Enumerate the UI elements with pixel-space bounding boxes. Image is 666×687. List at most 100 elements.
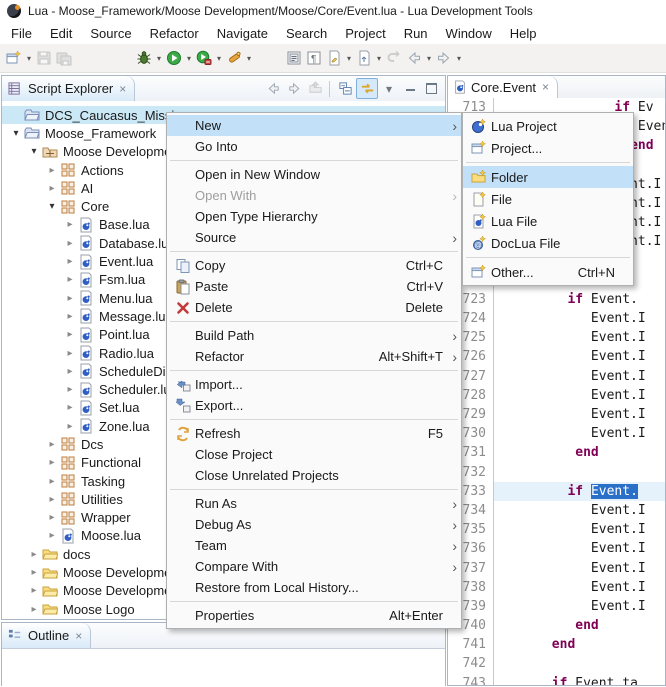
dropdown-caret-icon[interactable]: ▾	[214, 48, 224, 68]
dropdown-caret-icon[interactable]: ▾	[154, 48, 164, 68]
menubar-item-run[interactable]: Run	[395, 24, 437, 43]
code-line-727[interactable]: 727 Event.I	[448, 367, 665, 386]
expand-arrow-icon[interactable]: ▸	[62, 384, 78, 395]
code-line-723[interactable]: 723 if Event.	[448, 290, 665, 309]
run-coverage-icon[interactable]	[194, 48, 214, 68]
context-menu-item-debug-as[interactable]: Debug As›	[167, 514, 461, 535]
expand-arrow-icon[interactable]: ▸	[44, 512, 60, 523]
expand-arrow-icon[interactable]: ▸	[26, 604, 42, 615]
new-submenu-item-file[interactable]: File	[463, 188, 633, 210]
expand-arrow-icon[interactable]: ▸	[62, 366, 78, 377]
context-menu-item-delete[interactable]: DeleteDelete	[167, 297, 461, 318]
code-line-729[interactable]: 729 Event.I	[448, 405, 665, 424]
context-menu-item-copy[interactable]: CopyCtrl+C	[167, 255, 461, 276]
maximize-icon[interactable]	[421, 79, 441, 98]
link-with-editor-icon[interactable]	[356, 78, 378, 99]
run-icon[interactable]	[164, 48, 184, 68]
expand-arrow-icon[interactable]: ▸	[44, 530, 60, 541]
new-submenu-item-project[interactable]: Project...	[463, 137, 633, 159]
next-annotation-icon[interactable]	[324, 48, 344, 68]
back-icon[interactable]	[263, 79, 283, 98]
context-menu-item-source[interactable]: Source›	[167, 227, 461, 248]
context-menu-item-paste[interactable]: PasteCtrl+V	[167, 276, 461, 297]
menubar-item-edit[interactable]: Edit	[41, 24, 81, 43]
expand-arrow-icon[interactable]: ▸	[62, 421, 78, 432]
context-menu-item-restore-from-local-history[interactable]: Restore from Local History...	[167, 577, 461, 598]
expand-arrow-icon[interactable]: ▸	[62, 348, 78, 359]
dropdown-caret-icon[interactable]: ▾	[374, 48, 384, 68]
expand-arrow-icon[interactable]: ▸	[26, 567, 42, 578]
save-all-icon[interactable]	[54, 48, 74, 68]
context-menu-item-go-into[interactable]: Go Into	[167, 136, 461, 157]
context-menu-item-team[interactable]: Team›	[167, 535, 461, 556]
new-submenu-item-lua-project[interactable]: Lua Project	[463, 115, 633, 137]
code-line-728[interactable]: 728 Event.I	[448, 386, 665, 405]
new-submenu-item-lua-file[interactable]: Lua File	[463, 210, 633, 232]
collapse-arrow-icon[interactable]: ▾	[8, 128, 24, 139]
new-wizard-icon[interactable]	[4, 48, 24, 68]
context-menu-item-refresh[interactable]: RefreshF5	[167, 423, 461, 444]
expand-arrow-icon[interactable]: ▸	[62, 256, 78, 267]
code-line-725[interactable]: 725 Event.I	[448, 328, 665, 347]
expand-arrow-icon[interactable]: ▸	[26, 585, 42, 596]
context-menu-item-properties[interactable]: PropertiesAlt+Enter	[167, 605, 461, 626]
new-submenu-item-doclua-file[interactable]: @DocLua File	[463, 232, 633, 254]
last-edit-location-icon[interactable]	[384, 48, 404, 68]
tab-script-explorer[interactable]: Script Explorer ×	[2, 76, 135, 101]
context-menu-item-close-project[interactable]: Close Project	[167, 444, 461, 465]
context-menu-item-refactor[interactable]: RefactorAlt+Shift+T›	[167, 346, 461, 367]
code-line-736[interactable]: 736 Event.I	[448, 539, 665, 558]
expand-arrow-icon[interactable]: ▸	[44, 183, 60, 194]
expand-arrow-icon[interactable]: ▸	[62, 274, 78, 285]
code-line-735[interactable]: 735 Event.I	[448, 520, 665, 539]
code-line-734[interactable]: 734 Event.I	[448, 501, 665, 520]
dropdown-caret-icon[interactable]: ▾	[344, 48, 354, 68]
close-icon[interactable]: ×	[75, 629, 82, 643]
menubar-item-refactor[interactable]: Refactor	[141, 24, 208, 43]
code-line-739[interactable]: 739 Event.I	[448, 597, 665, 616]
menubar-item-project[interactable]: Project	[336, 24, 394, 43]
code-line-740[interactable]: 740 end	[448, 616, 665, 635]
code-line-742[interactable]: 742	[448, 654, 665, 673]
collapse-arrow-icon[interactable]: ▾	[44, 201, 60, 212]
menubar-item-help[interactable]: Help	[501, 24, 546, 43]
collapse-all-icon[interactable]	[335, 79, 355, 98]
menubar-item-source[interactable]: Source	[81, 24, 140, 43]
dropdown-caret-icon[interactable]: ▾	[244, 48, 254, 68]
dropdown-caret-icon[interactable]: ▾	[424, 48, 434, 68]
external-tools-icon[interactable]	[224, 48, 244, 68]
code-line-726[interactable]: 726 Event.I	[448, 347, 665, 366]
new-submenu-item-other[interactable]: Other...Ctrl+N	[463, 261, 633, 283]
new-submenu-item-folder[interactable]: Folder	[463, 166, 633, 188]
expand-arrow-icon[interactable]: ▸	[44, 165, 60, 176]
context-menu-item-new[interactable]: New›	[167, 115, 461, 136]
expand-arrow-icon[interactable]: ▸	[44, 457, 60, 468]
show-whitespace-icon[interactable]: ¶	[304, 48, 324, 68]
close-icon[interactable]: ×	[542, 80, 549, 94]
code-line-743[interactable]: 743 if Event.ta	[448, 674, 665, 685]
menubar-item-navigate[interactable]: Navigate	[208, 24, 277, 43]
dropdown-caret-icon[interactable]: ▾	[184, 48, 194, 68]
code-line-730[interactable]: 730 Event.I	[448, 424, 665, 443]
forward-icon[interactable]	[434, 48, 454, 68]
context-menu-item-close-unrelated-projects[interactable]: Close Unrelated Projects	[167, 465, 461, 486]
expand-arrow-icon[interactable]: ▸	[44, 476, 60, 487]
code-line-732[interactable]: 732	[448, 463, 665, 482]
menubar-item-search[interactable]: Search	[277, 24, 336, 43]
context-menu-item-open-in-new-window[interactable]: Open in New Window	[167, 164, 461, 185]
minimize-icon[interactable]	[400, 79, 420, 98]
save-icon[interactable]	[34, 48, 54, 68]
up-icon[interactable]	[305, 79, 325, 98]
code-line-731[interactable]: 731 end	[448, 443, 665, 462]
expand-arrow-icon[interactable]: ▸	[62, 329, 78, 340]
back-icon[interactable]	[404, 48, 424, 68]
context-menu-item-build-path[interactable]: Build Path›	[167, 325, 461, 346]
menubar-item-file[interactable]: File	[2, 24, 41, 43]
forward-icon[interactable]	[284, 79, 304, 98]
context-menu-item-import[interactable]: Import...	[167, 374, 461, 395]
context-menu-item-run-as[interactable]: Run As›	[167, 493, 461, 514]
code-line-741[interactable]: 741 end	[448, 635, 665, 654]
context-menu-item-open-type-hierarchy[interactable]: Open Type Hierarchy	[167, 206, 461, 227]
expand-arrow-icon[interactable]: ▸	[44, 494, 60, 505]
dropdown-caret-icon[interactable]: ▾	[454, 48, 464, 68]
